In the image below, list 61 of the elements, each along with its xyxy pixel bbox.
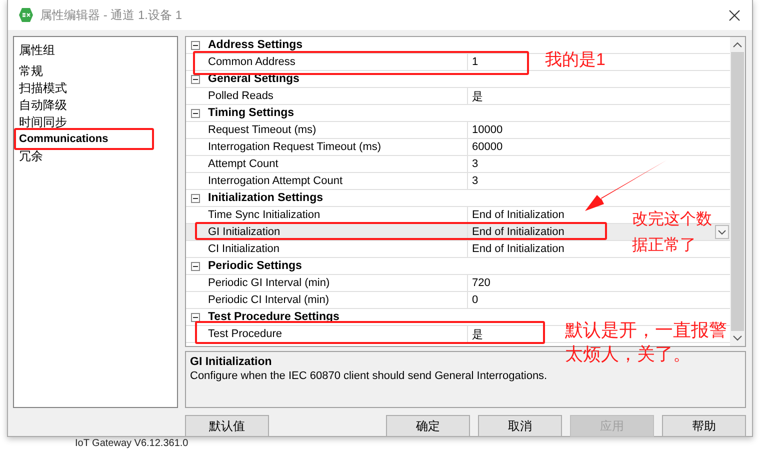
section-title: General Settings [208, 73, 300, 85]
scrollbar[interactable] [730, 37, 745, 346]
property-value[interactable]: 是 [468, 88, 483, 104]
property-name[interactable]: Attempt Count [206, 156, 468, 172]
property-value[interactable]: 1 [468, 56, 478, 68]
section-title: Initialization Settings [208, 192, 324, 204]
collapse-icon[interactable] [191, 312, 200, 322]
property-name[interactable]: Polled Reads [206, 88, 468, 104]
section-title: Test Procedure Settings [208, 311, 340, 323]
collapse-icon[interactable] [191, 74, 200, 84]
description-text: Configure when the IEC 60870 client should send General Interrogations. [190, 370, 548, 382]
section-title: Periodic Settings [208, 260, 302, 272]
property-name[interactable]: Time Sync Initialization [206, 207, 468, 223]
dialog-button[interactable]: 默认值 [185, 415, 269, 437]
annotation-text: 默认是开，一直报警太烦人，关了。 [565, 319, 727, 366]
annotation-text: 我的是1 [545, 49, 606, 71]
property-value[interactable]: 是 [468, 326, 483, 342]
property-group-item[interactable]: 自动降级 [19, 97, 67, 114]
property-value[interactable]: 10000 [468, 124, 503, 136]
property-group-item[interactable]: Communications [19, 131, 108, 148]
property-name[interactable]: Request Timeout (ms) [206, 122, 468, 138]
property-value[interactable]: 60000 [468, 141, 503, 153]
property-group-item[interactable]: 冗余 [19, 148, 43, 165]
property-name[interactable]: Periodic GI Interval (min) [206, 275, 468, 291]
collapse-icon[interactable] [191, 108, 200, 118]
dropdown-button[interactable] [715, 225, 729, 239]
dialog-button[interactable]: 帮助 [662, 415, 746, 437]
section-title: Address Settings [208, 39, 303, 51]
property-name[interactable]: Interrogation Attempt Count [206, 173, 468, 189]
annotation-text: 改完这个数据正常了 [632, 210, 712, 256]
property-name[interactable]: CI Initialization [206, 241, 468, 257]
status-text: IoT Gateway V6.12.361.0 [75, 438, 188, 450]
property-value[interactable]: 0 [468, 294, 478, 306]
property-name[interactable]: GI Initialization [206, 224, 468, 240]
property-value[interactable]: End of Initialization [468, 243, 564, 255]
property-name[interactable]: Periodic CI Interval (min) [206, 292, 468, 308]
property-name[interactable]: Test Procedure [206, 326, 468, 342]
collapse-icon[interactable] [191, 40, 200, 50]
window-title: 属性编辑器 - 通道 1.设备 1 [40, 6, 184, 24]
dialog-button[interactable]: 确定 [386, 415, 470, 437]
collapse-icon[interactable] [191, 262, 200, 270]
property-value[interactable]: 3 [468, 175, 478, 187]
property-value[interactable]: 720 [468, 277, 490, 289]
property-group-item[interactable]: 常规 [19, 63, 43, 80]
property-value[interactable]: End of Initialization [468, 209, 564, 221]
property-group-item[interactable]: 扫描模式 [19, 80, 67, 97]
section-title: Timing Settings [208, 107, 294, 119]
list-header: 属性组 [19, 42, 56, 59]
dialog-button[interactable]: 取消 [478, 415, 562, 437]
property-group-item[interactable]: 时间同步 [19, 114, 67, 131]
property-name[interactable]: Common Address [206, 54, 468, 70]
description-title: GI Initialization [190, 356, 272, 368]
app-logo-icon [18, 7, 34, 23]
close-icon[interactable] [729, 10, 740, 20]
property-value[interactable]: 3 [468, 158, 478, 170]
chevron-up-icon[interactable] [733, 42, 742, 48]
chevron-down-icon[interactable] [733, 335, 742, 341]
property-name[interactable]: Interrogation Request Timeout (ms) [206, 139, 468, 155]
caret-icon [718, 230, 726, 234]
collapse-icon[interactable] [191, 194, 200, 202]
property-value[interactable]: End of Initialization [468, 226, 564, 238]
